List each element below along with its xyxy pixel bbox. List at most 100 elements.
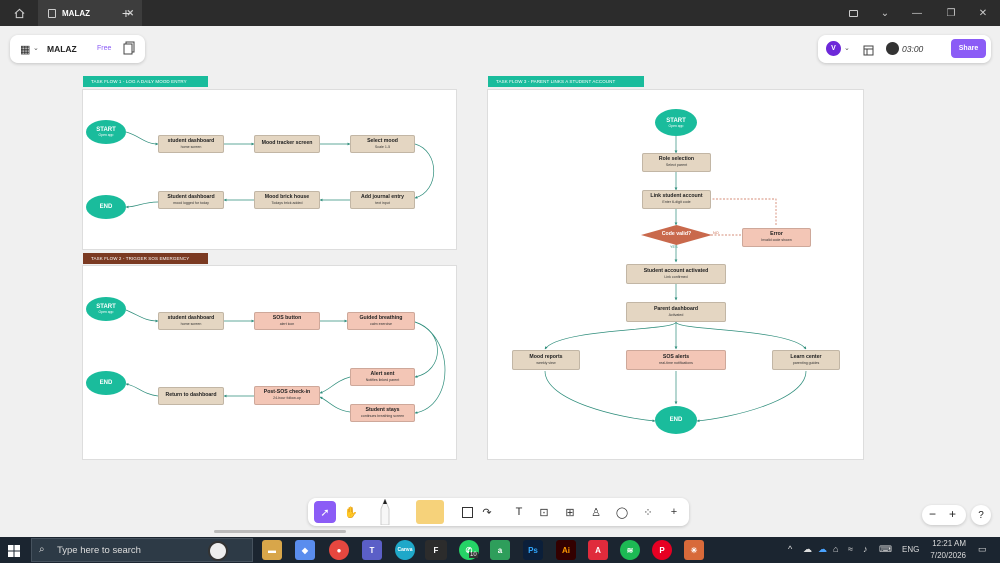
file-explorer-icon[interactable]: ▬ — [262, 540, 282, 560]
horizontal-scrollbar[interactable] — [214, 530, 346, 533]
flow3-node[interactable]: Student account activated Link confirmed — [626, 264, 726, 284]
chevron-down-icon[interactable]: ⌄ — [868, 0, 902, 26]
comment-tool-icon[interactable]: ◯ — [611, 501, 633, 523]
acrobat-icon[interactable]: A — [588, 540, 608, 560]
wifi-icon[interactable]: ≈ — [848, 544, 853, 554]
clock-date[interactable]: 7/20/2026 — [926, 551, 966, 560]
notification-icon[interactable]: ▭ — [978, 544, 987, 555]
network-icon[interactable]: ⌂ — [833, 544, 838, 554]
copilot-icon[interactable]: ◆ — [295, 540, 315, 560]
zoom-in-button[interactable]: + — [949, 507, 956, 521]
home-icon[interactable] — [8, 0, 30, 26]
flow1-node[interactable]: Mood tracker screen — [254, 135, 320, 153]
node-sub: continues breathing screen — [360, 413, 405, 418]
node-sub: Invalid code shown — [761, 238, 792, 243]
flow3-node[interactable]: Link student account Enter 6-digit code — [642, 190, 711, 209]
file-icon — [48, 8, 56, 18]
node-sub: parenting guides — [792, 360, 820, 365]
help-button[interactable]: ? — [971, 505, 991, 525]
connectors — [125, 131, 807, 423]
flow1-node[interactable]: student dashboard home screen — [158, 135, 224, 153]
tray-chevron-icon[interactable]: ^ — [788, 544, 792, 554]
hand-tool-icon[interactable]: ✋ — [340, 501, 362, 523]
search-placeholder: Type here to search — [57, 545, 141, 556]
minimize-button[interactable]: — — [900, 0, 934, 26]
close-window-button[interactable]: ✕ — [966, 0, 1000, 26]
clock-time[interactable]: 12:21 AM — [926, 539, 966, 548]
windows-taskbar: ⌕ Type here to search ▬ ◆ ● T Canva F ✆ … — [0, 537, 1000, 563]
pen-tool-icon[interactable] — [374, 498, 396, 526]
node-sub: mood logged for today — [173, 200, 209, 205]
teams-icon[interactable]: T — [362, 540, 382, 560]
end-title: END — [99, 204, 113, 210]
stamp-tool-icon[interactable]: ♙ — [585, 501, 607, 523]
flow3-end[interactable]: END — [655, 406, 697, 434]
claude-icon[interactable]: ✳ — [684, 540, 704, 560]
shape-tool-icon[interactable] — [456, 501, 478, 523]
flow2-node[interactable]: SOS button alert icon — [254, 312, 320, 330]
photoshop-icon[interactable]: Ps — [523, 540, 543, 560]
flow3-node[interactable]: Error Invalid code shown — [742, 228, 811, 247]
node-sub: alert icon — [279, 321, 295, 326]
whatsapp-badge: 10 — [469, 552, 478, 558]
flow1-node[interactable]: Student dashboard mood logged for today — [158, 191, 224, 209]
flow1-node[interactable]: Mood brick house Todays brick added — [254, 191, 320, 209]
connector-tool-icon[interactable]: ↷ — [476, 501, 498, 523]
flow2-node[interactable]: Alert sent Notifies linked parent — [350, 368, 415, 386]
flow3-node[interactable]: Role selection Select parent — [642, 153, 711, 172]
taskbar-search[interactable]: ⌕ Type here to search — [31, 538, 253, 562]
restore-button[interactable]: ❐ — [934, 0, 968, 26]
node-sub: Select parent — [665, 163, 688, 168]
flow2-node[interactable]: Post-SOS check-in 24-hour follow-up — [254, 386, 320, 405]
flow2-node[interactable]: Guided breathing calm exercise — [347, 312, 415, 330]
canva-icon[interactable]: Canva — [395, 540, 415, 560]
language-indicator[interactable]: ENG — [902, 545, 919, 554]
cloud-icon[interactable]: ☁ — [803, 544, 812, 555]
flow3-node[interactable]: Learn center parenting guides — [772, 350, 840, 370]
start-sub: Open app — [668, 123, 684, 128]
tab-title: MALAZ — [62, 8, 90, 18]
spotify-icon[interactable]: ≋ — [620, 540, 640, 560]
flow1-end[interactable]: END — [86, 195, 126, 219]
node-sub: calm exercise — [370, 321, 392, 326]
text-tool-icon[interactable]: T — [508, 501, 530, 523]
flow1-start[interactable]: START Open app — [86, 120, 126, 144]
node-title: Return to dashboard — [165, 392, 217, 399]
node-sub: Notifies linked parent — [365, 377, 400, 382]
onedrive-icon[interactable]: ☁ — [818, 544, 827, 555]
layout-icon[interactable] — [836, 0, 870, 26]
app-a-icon[interactable]: a — [490, 540, 510, 560]
node-sub: Enter 6-digit code — [662, 200, 691, 205]
flow3-start[interactable]: START Open app — [655, 109, 697, 136]
figma-icon[interactable]: F — [425, 540, 447, 560]
chrome-icon[interactable]: ● — [329, 540, 349, 560]
flow2-start[interactable]: START Open app — [86, 297, 126, 321]
flow2-end[interactable]: END — [86, 371, 126, 395]
volume-icon[interactable]: ♪ — [863, 544, 868, 554]
keyboard-icon[interactable]: ⌨ — [879, 544, 892, 555]
flow3-node[interactable]: Mood reports weekly view — [512, 350, 580, 370]
flow2-node[interactable]: Student stays continues breathing screen — [350, 404, 415, 422]
whiteboard-canvas[interactable]: ▦ ⌄ MALAZ Free V ⌄ 03:00 Share TASK FLOW… — [0, 26, 1000, 537]
start-sub: Open app — [98, 133, 114, 137]
illustrator-icon[interactable]: Ai — [556, 540, 576, 560]
flow1-node[interactable]: Add journal entry text input — [350, 191, 415, 209]
start-sub: Open app — [98, 310, 114, 314]
section-tool-icon[interactable]: ⊡ — [533, 501, 555, 523]
node-sub: Link confirmed — [664, 274, 688, 279]
windows-start-icon[interactable] — [8, 544, 20, 557]
flow1-node[interactable]: Select mood Scale 1-5 — [350, 135, 415, 153]
more-tools-icon[interactable]: + — [663, 501, 685, 523]
select-tool-icon[interactable]: ➚ — [314, 501, 336, 523]
table-tool-icon[interactable]: ⊞ — [559, 501, 581, 523]
flow2-node[interactable]: Return to dashboard — [158, 387, 224, 405]
new-tab-button[interactable]: + — [116, 0, 136, 26]
sticky-note-icon[interactable] — [412, 498, 448, 526]
pinterest-icon[interactable]: P — [652, 540, 672, 560]
widgets-tool-icon[interactable]: ⁘ — [637, 501, 659, 523]
flow3-node[interactable]: Parent dashboard Activated — [626, 302, 726, 322]
search-icon: ⌕ — [39, 544, 45, 555]
flow3-node[interactable]: SOS alerts real-time notifications — [626, 350, 726, 370]
flow2-node[interactable]: student dashboard home screen — [158, 312, 224, 330]
zoom-out-button[interactable]: − — [929, 507, 936, 521]
